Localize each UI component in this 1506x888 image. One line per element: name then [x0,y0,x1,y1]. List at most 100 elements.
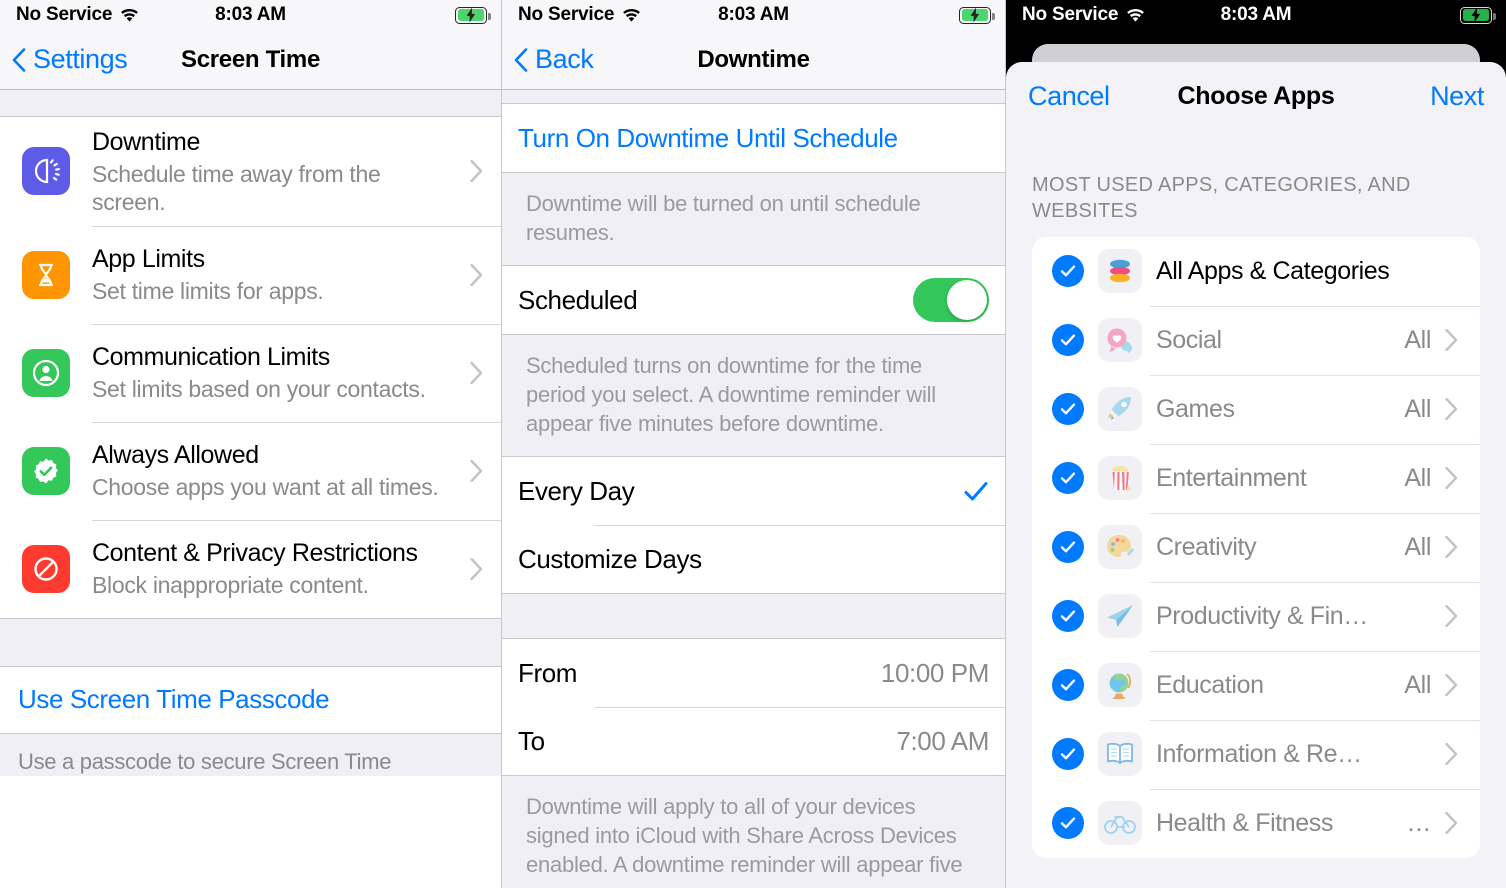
list-item-education[interactable]: Education All [1032,650,1480,720]
every-day-row[interactable]: Every Day [502,457,1005,526]
rocket-icon [1098,387,1142,432]
status-left: No Service [1022,4,1146,26]
status-right [959,6,995,24]
list-item-label: Information & Re… [1156,739,1362,768]
status-left: No Service [16,4,140,26]
from-label: From [518,657,578,688]
checkbox-checked-icon[interactable] [1052,738,1084,771]
next-button[interactable]: Next [1430,81,1484,112]
list-item-subtitle: Block inappropriate content. [92,571,369,598]
turn-on-downtime-note-text: Downtime will be turned on until schedul… [526,191,921,246]
checkbox-checked-icon[interactable] [1052,393,1084,426]
scheduled-row[interactable]: Scheduled [502,266,1005,335]
to-row[interactable]: To 7:00 AM [502,707,1005,776]
list-item-label: All Apps & Categories [1156,256,1390,285]
to-value[interactable]: 7:00 AM [896,726,989,757]
downtime-footer-note: Downtime will apply to all of your devic… [502,775,1005,888]
status-right [1460,6,1496,24]
list-item-text: App Limits Set time limits for apps. [92,244,470,305]
turn-on-downtime-label: Turn On Downtime Until Schedule [518,122,898,153]
bicycle-icon [1098,801,1142,846]
panel-screen-time: No Service 8:03 AM Settings Screen Time … [0,0,502,888]
carrier-label: No Service [16,4,113,25]
screen-time-list: Downtime Schedule time away from the scr… [0,117,501,618]
list-item-value: All [1404,394,1431,423]
status-left: No Service [518,4,642,26]
list-item-label: Health & Fitness [1156,808,1334,837]
cancel-button[interactable]: Cancel [1028,81,1110,112]
status-bar: No Service 8:03 AM [1006,0,1506,30]
back-button-label: Back [535,44,594,74]
list-item-title: Communication Limits [92,343,330,372]
use-screen-time-passcode-label: Use Screen Time Passcode [18,684,330,715]
battery-charging-icon [1460,6,1496,24]
screenshot-root: No Service 8:03 AM Settings Screen Time … [0,0,1506,888]
list-item-health-fitness[interactable]: Health & Fitness … [1032,788,1480,858]
list-item-value: … [1406,808,1431,837]
categories-card: All Apps & Categories Social All Games A… [1032,236,1480,858]
nav-bar-downtime: Back Downtime [502,30,1005,90]
passcode-footer: Use a passcode to secure Screen Time [0,732,501,777]
checkbox-checked-icon[interactable] [1052,807,1084,840]
list-item-text: Always Allowed Choose apps you want at a… [92,440,470,501]
from-row[interactable]: From 10:00 PM [502,639,1005,708]
wifi-icon [1127,8,1145,22]
list-item-app-limits[interactable]: App Limits Set time limits for apps. [0,225,501,324]
checkbox-checked-icon[interactable] [1052,669,1084,702]
back-button[interactable]: Back [514,44,594,75]
wifi-icon [121,8,139,22]
list-item-subtitle: Choose apps you want at all times. [92,473,439,500]
nav-bar-screen-time: Settings Screen Time [0,30,501,90]
chevron-right-icon [470,361,483,384]
list-item-communication-limits[interactable]: Communication Limits Set limits based on… [0,323,501,422]
scheduled-toggle[interactable] [913,278,989,323]
speech-heart-icon [1098,318,1142,363]
customize-days-row[interactable]: Customize Days [502,525,1005,594]
downtime-footer-note-text: Downtime will apply to all of your devic… [526,794,963,878]
list-item-social[interactable]: Social All [1032,305,1480,375]
status-bar: No Service 8:03 AM [0,0,501,30]
open-book-icon [1098,732,1142,777]
list-item-information-reading[interactable]: Information & Re… [1032,719,1480,789]
battery-charging-icon [455,6,491,24]
list-item-games[interactable]: Games All [1032,374,1480,444]
scheduled-note: Scheduled turns on downtime for the time… [502,334,1005,458]
customize-days-label: Customize Days [518,543,702,574]
list-item-creativity[interactable]: Creativity All [1032,512,1480,582]
popcorn-icon [1098,456,1142,501]
chevron-right-icon [1445,605,1458,628]
scheduled-note-text: Scheduled turns on downtime for the time… [526,353,936,437]
use-screen-time-passcode-button[interactable]: Use Screen Time Passcode [0,666,501,733]
list-item-entertainment[interactable]: Entertainment All [1032,443,1480,513]
carrier-label: No Service [518,4,615,25]
globe-stand-icon [1098,663,1142,708]
every-day-label: Every Day [518,475,635,506]
list-item-title: Content & Privacy Restrictions [92,539,418,568]
from-value[interactable]: 10:00 PM [881,658,989,689]
checkbox-checked-icon[interactable] [1052,324,1084,357]
list-item-text: Content & Privacy Restrictions Block ina… [92,538,470,599]
status-right [455,6,491,24]
checkbox-checked-icon[interactable] [1052,255,1084,288]
checkmark-icon [964,482,988,501]
chevron-right-icon [1445,329,1458,352]
no-entry-icon [22,544,70,593]
chevron-right-icon [470,160,483,183]
checkbox-checked-icon[interactable] [1052,531,1084,564]
list-item-all-apps-categories[interactable]: All Apps & Categories [1032,237,1480,306]
list-item-productivity-finance[interactable]: Productivity & Fin… [1032,581,1480,651]
back-button-settings[interactable]: Settings [12,44,128,75]
chevron-right-icon [1445,812,1458,835]
turn-on-downtime-button[interactable]: Turn On Downtime Until Schedule [502,104,1005,172]
checkbox-checked-icon[interactable] [1052,600,1084,633]
list-item-always-allowed[interactable]: Always Allowed Choose apps you want at a… [0,421,501,520]
sheet-nav-bar: Cancel Choose Apps Next [1006,62,1506,130]
checkbox-checked-icon[interactable] [1052,462,1084,495]
list-item-downtime[interactable]: Downtime Schedule time away from the scr… [0,117,501,226]
section-header: MOST USED APPS, CATEGORIES, AND WEBSITES [1006,130,1506,237]
chevron-right-icon [1445,743,1458,766]
list-item-title: App Limits [92,245,205,274]
list-item-content-privacy-restrictions[interactable]: Content & Privacy Restrictions Block ina… [0,519,501,618]
list-item-subtitle: Set limits based on your contacts. [92,375,426,402]
to-label: To [518,725,545,756]
